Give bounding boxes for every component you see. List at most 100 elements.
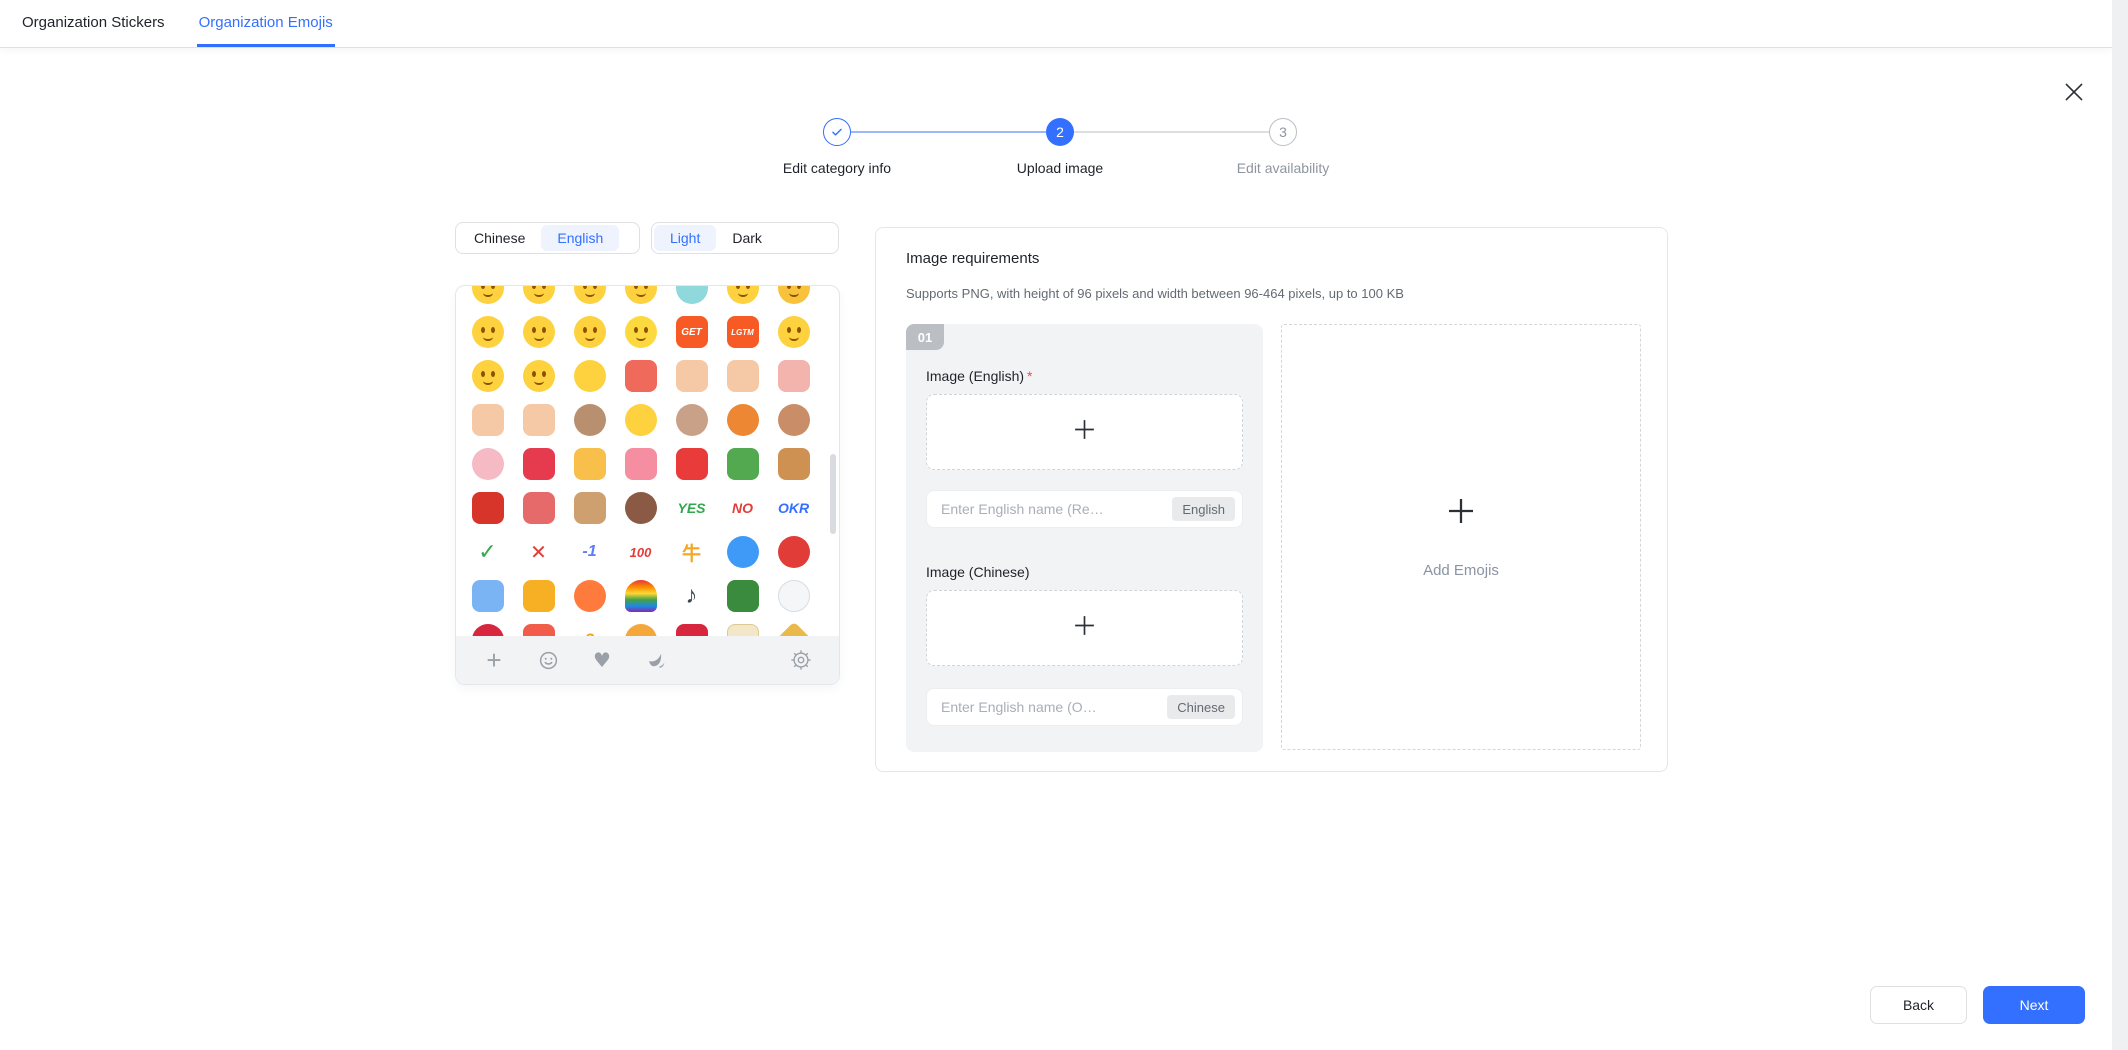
emoji-balloons-2[interactable]: 2	[574, 624, 606, 636]
emoji-santa-hat[interactable]	[472, 624, 504, 636]
emoji-clipped-face-2[interactable]	[523, 286, 555, 304]
smiley-icon[interactable]	[536, 648, 560, 672]
emoji-pinched-fingers[interactable]	[676, 360, 708, 392]
emoji-clipped-face-1[interactable]	[472, 286, 504, 304]
emoji-bear-wink-face[interactable]	[727, 404, 759, 436]
emoji-beer-mug[interactable]	[574, 448, 606, 480]
emoji-bull-face[interactable]	[778, 404, 810, 436]
emoji-pushpin[interactable]	[727, 536, 759, 568]
toggle-option-light[interactable]: Light	[654, 225, 716, 251]
emoji-gift-box[interactable]	[676, 448, 708, 480]
emoji-fire[interactable]	[574, 580, 606, 612]
emoji-face-with-bowl[interactable]	[523, 316, 555, 348]
emoji-cucumber[interactable]	[727, 448, 759, 480]
close-button[interactable]	[2058, 78, 2090, 110]
image-english-label: Image (English)*	[926, 368, 1033, 384]
emoji-chili-pepper[interactable]	[472, 492, 504, 524]
emoji-flower-hand[interactable]	[625, 360, 657, 392]
step-check-icon	[823, 118, 851, 146]
step-2: 2Upload image	[1046, 118, 1074, 146]
emoji-cross-mark[interactable]: ✕	[523, 536, 555, 568]
emoji-grid-viewport: GET LGTM YES NO OKR ✓ ✕ -1 100 牛 ♪ 2	[456, 286, 839, 636]
emoji-item-card: 01 Image (English)* English Image (Chine…	[906, 324, 1263, 752]
emoji-mahjong-tile[interactable]	[727, 624, 759, 636]
emoji-trophy[interactable]	[523, 580, 555, 612]
upload-emoji-dialog: Organization Stickers Organization Emojis…	[0, 0, 2128, 1050]
emoji-rainbow[interactable]	[625, 580, 657, 612]
chinese-tag: Chinese	[1167, 695, 1235, 719]
emoji-clipped-face-6[interactable]	[727, 286, 759, 304]
emoji-birthday-cake[interactable]	[625, 448, 657, 480]
window-scrollbar[interactable]	[2112, 0, 2128, 1050]
emoji-handshake[interactable]	[727, 360, 759, 392]
add-emoji-icon[interactable]: +	[482, 648, 506, 672]
emoji-snowman[interactable]	[778, 580, 810, 612]
emoji-pink-cow-face[interactable]	[472, 448, 504, 480]
emoji-chicken-drumstick[interactable]	[778, 448, 810, 480]
emoji-thinking-face[interactable]	[523, 360, 555, 392]
emoji-alarm-clock[interactable]	[778, 536, 810, 568]
toggle-option-dark[interactable]: Dark	[716, 225, 778, 251]
emoji-lemon-face[interactable]	[625, 316, 657, 348]
close-icon	[2061, 79, 2087, 110]
step-number: 3	[1269, 118, 1297, 146]
emoji-bubble-tea[interactable]	[574, 492, 606, 524]
emoji-fireworks[interactable]	[523, 624, 555, 636]
emoji-pointing-finger[interactable]	[472, 404, 504, 436]
settings-icon[interactable]	[789, 648, 813, 672]
emoji-hundred[interactable]: 100	[625, 536, 657, 568]
chinese-image-upload[interactable]	[926, 590, 1243, 666]
emoji-okr-text[interactable]: OKR	[778, 492, 810, 524]
emoji-red-envelope[interactable]	[676, 624, 708, 636]
emoji-tiger-face[interactable]	[625, 624, 657, 636]
emoji-no-text[interactable]: NO	[727, 492, 759, 524]
emoji-clapping-hands[interactable]	[778, 360, 810, 392]
emoji-clipped-face-4[interactable]	[625, 286, 657, 304]
emoji-clipped-face-7[interactable]	[778, 286, 810, 304]
emoji-check-mark[interactable]: ✓	[472, 536, 504, 568]
emoji-fu-diamond[interactable]	[775, 622, 812, 636]
emoji-lgtm-badge[interactable]: LGTM	[727, 316, 759, 348]
image-requirements-panel: Image requirements Supports PNG, with he…	[875, 227, 1668, 772]
tab-organization-stickers[interactable]: Organization Stickers	[20, 0, 167, 47]
emoji-coffee-cup[interactable]	[625, 492, 657, 524]
step-label: Edit category info	[783, 160, 891, 176]
emoji-see-no-evil-monkey[interactable]	[676, 404, 708, 436]
emoji-surprised-face[interactable]	[472, 316, 504, 348]
emoji-clipped-face-3[interactable]	[574, 286, 606, 304]
toggle-option-chinese[interactable]: Chinese	[458, 225, 541, 251]
emoji-niu-character[interactable]: 牛	[676, 536, 708, 568]
emoji-get-badge[interactable]: GET	[676, 316, 708, 348]
emoji-husky-face[interactable]	[574, 404, 606, 436]
heart-icon[interactable]: ♥	[590, 648, 614, 672]
emoji-christmas-tree[interactable]	[727, 580, 759, 612]
emoji-mask-face[interactable]	[778, 316, 810, 348]
emoji-raise-hand-face[interactable]	[472, 360, 504, 392]
sticker-icon[interactable]	[644, 648, 668, 672]
emoji-dog-face[interactable]	[625, 404, 657, 436]
emoji-grid-scrollbar[interactable]	[830, 454, 836, 534]
emoji-megaphone[interactable]	[472, 580, 504, 612]
emoji-waving-body[interactable]	[574, 360, 606, 392]
emoji-thumbs-down[interactable]	[523, 404, 555, 436]
emoji-clipped-face-5[interactable]	[676, 286, 708, 304]
emoji-kiss-lips[interactable]	[523, 448, 555, 480]
emoji-candied-haws[interactable]	[523, 492, 555, 524]
emoji-music-note[interactable]: ♪	[676, 580, 708, 612]
next-button[interactable]: Next	[1983, 986, 2085, 1024]
top-tab-bar: Organization Stickers Organization Emojis	[0, 0, 2112, 48]
emoji-picker-toolbar: + ♥	[456, 636, 839, 684]
emoji-face-with-ruler[interactable]	[574, 316, 606, 348]
tab-organization-emojis[interactable]: Organization Emojis	[197, 0, 335, 47]
english-image-upload[interactable]	[926, 394, 1243, 470]
add-emojis-label: Add Emojis	[1423, 562, 1499, 579]
toggle-option-english[interactable]: English	[541, 225, 619, 251]
step-1: Edit category info	[823, 118, 851, 146]
emoji-picker-panel: GET LGTM YES NO OKR ✓ ✕ -1 100 牛 ♪ 2 + ♥	[455, 285, 840, 685]
stepper: Edit category info2Upload image3Edit ava…	[823, 118, 1297, 146]
back-button[interactable]: Back	[1870, 986, 1967, 1024]
add-emojis-button[interactable]: Add Emojis	[1281, 324, 1641, 750]
emoji-yes-text[interactable]: YES	[676, 492, 708, 524]
chinese-name-field-wrap: Chinese	[926, 688, 1243, 726]
emoji-minus-one[interactable]: -1	[574, 536, 606, 568]
